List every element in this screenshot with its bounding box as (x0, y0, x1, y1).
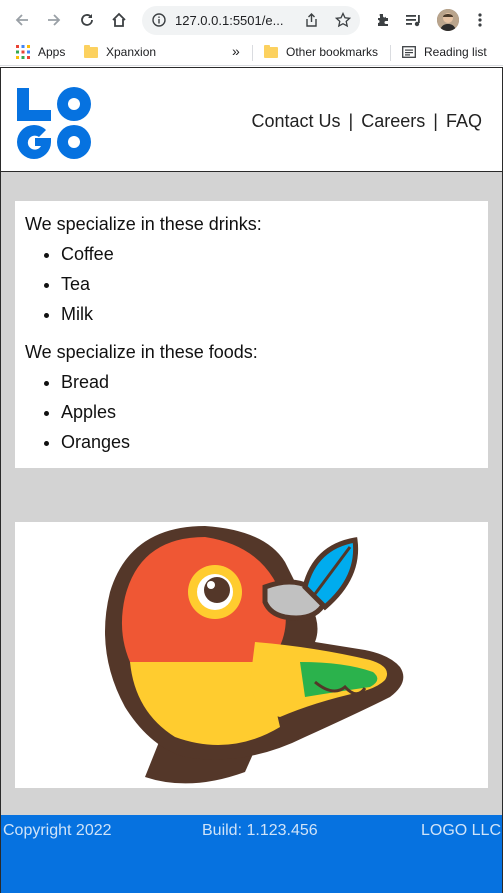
forward-arrow-icon[interactable] (42, 8, 66, 32)
list-item: Milk (61, 299, 478, 329)
bookmark-reading-label: Reading list (424, 45, 487, 59)
back-arrow-icon[interactable] (10, 8, 34, 32)
bookmark-other[interactable]: Other bookmarks (264, 44, 379, 59)
list-item: Oranges (61, 427, 478, 457)
nav-faq[interactable]: FAQ (446, 111, 482, 131)
site-header: Contact Us | Careers | FAQ (1, 68, 502, 172)
bookmarks-overflow-button[interactable]: » (232, 43, 240, 59)
foods-intro: We specialize in these foods: (25, 342, 258, 362)
url-text: 127.0.0.1:5501/e... (175, 13, 284, 28)
bookmark-xpanxion-label: Xpanxion (106, 45, 157, 59)
web-page: Contact Us | Careers | FAQ We specialize… (0, 67, 503, 893)
reload-icon[interactable] (75, 8, 99, 32)
info-icon[interactable] (152, 13, 166, 27)
bookmark-apps-label: Apps (38, 45, 66, 59)
extensions-icon[interactable] (370, 8, 394, 32)
nav-separator: | (433, 111, 438, 131)
specialties-section: We specialize in these drinks: Coffee Te… (15, 201, 488, 468)
bookmark-xpanxion[interactable]: Xpanxion (84, 44, 157, 59)
browser-toolbar: 127.0.0.1:5501/e... (0, 0, 503, 40)
nav-contact-us[interactable]: Contact Us (251, 111, 340, 131)
site-footer: Copyright 2022 Build: 1.123.456 LOGO LLC (1, 815, 502, 893)
star-icon[interactable] (335, 12, 351, 28)
bookmark-reading-list[interactable]: Reading list (402, 45, 487, 59)
overflow-chevron-icon: » (232, 43, 240, 59)
list-item: Tea (61, 269, 478, 299)
bookmark-apps[interactable]: Apps (16, 45, 65, 59)
footer-copyright: Copyright 2022 (3, 822, 112, 839)
home-icon[interactable] (107, 8, 131, 32)
foods-list: Bread Apples Oranges (61, 367, 478, 457)
main-nav: Contact Us | Careers | FAQ (251, 111, 482, 132)
site-logo[interactable] (16, 87, 92, 159)
list-item: Bread (61, 367, 478, 397)
nav-careers[interactable]: Careers (361, 111, 425, 131)
nav-separator: | (348, 111, 354, 131)
reading-list-icon (402, 46, 416, 58)
drinks-list: Coffee Tea Milk (61, 239, 478, 329)
bookmark-separator (252, 45, 253, 61)
apps-grid-icon (16, 45, 30, 59)
folder-icon (84, 44, 98, 58)
bookmarks-bar: Apps Xpanxion » Other bookmarks Reading … (0, 40, 503, 66)
bookmark-separator (390, 45, 391, 61)
bower-bird-image (105, 526, 404, 784)
address-bar[interactable]: 127.0.0.1:5501/e... (142, 6, 360, 35)
drinks-intro: We specialize in these drinks: (25, 214, 262, 234)
folder-icon (264, 44, 278, 58)
bookmark-other-label: Other bookmarks (286, 45, 379, 59)
logo-image (17, 87, 91, 159)
share-icon[interactable] (304, 13, 319, 28)
profile-avatar[interactable] (437, 9, 459, 31)
footer-company: LOGO LLC (420, 822, 501, 839)
footer-build: Build: 1.123.456 (202, 822, 318, 839)
bird-image-container (15, 522, 488, 788)
list-item: Coffee (61, 239, 478, 269)
menu-kebab-icon[interactable] (468, 8, 492, 32)
media-playlist-icon[interactable] (402, 8, 426, 32)
list-item: Apples (61, 397, 478, 427)
